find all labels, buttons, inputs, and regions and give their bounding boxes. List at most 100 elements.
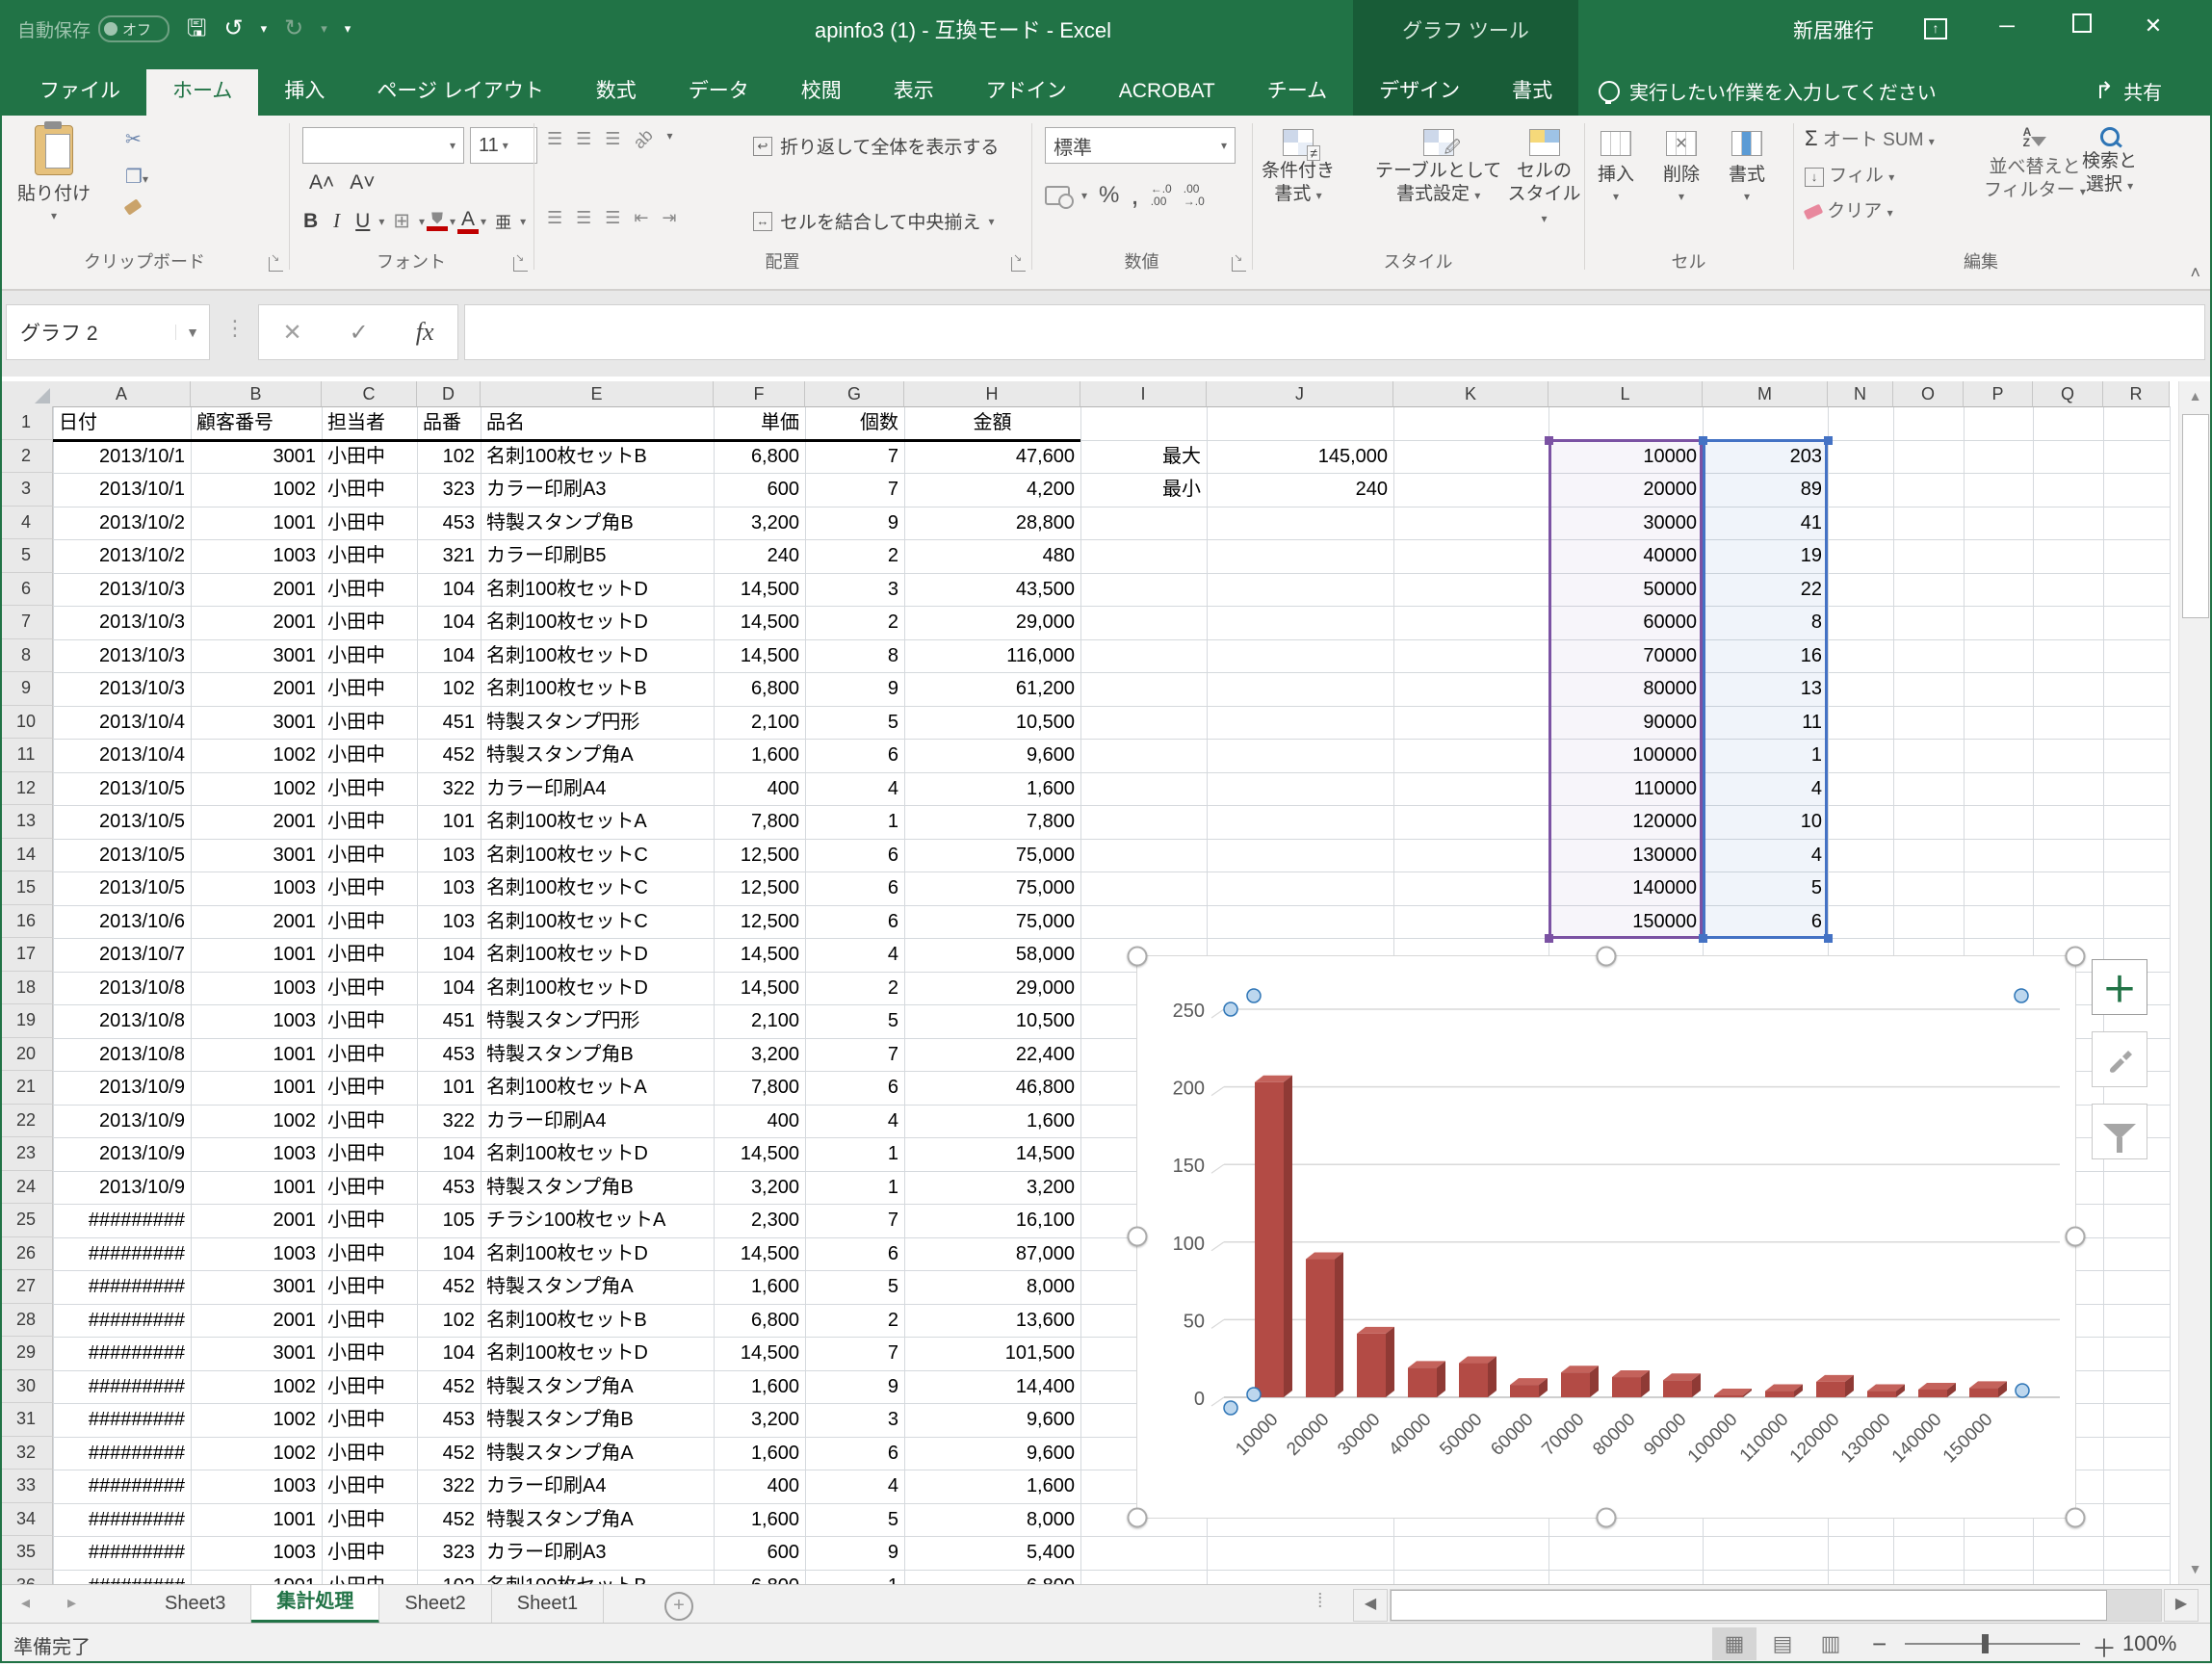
cell-E36[interactable]: 名刺100枚セットB [486,1570,708,1585]
number-dialog-launcher-icon[interactable] [1232,257,1246,272]
cell-E21[interactable]: 名刺100枚セットA [486,1071,708,1105]
ribbon-tab-8[interactable]: アドイン [960,69,1093,116]
cell-F30[interactable]: 1,600 [719,1370,799,1404]
cell-C18[interactable]: 小田中 [327,972,411,1005]
cell-F7[interactable]: 14,500 [719,606,799,639]
ribbon-tab-3[interactable]: ページ レイアウト [351,69,569,116]
cell-B36[interactable]: 1001 [196,1570,316,1585]
cell-H4[interactable]: 28,800 [910,507,1075,540]
comma-style-icon[interactable]: , [1131,179,1138,212]
row-header-24[interactable]: 24 [0,1171,53,1205]
row-header-31[interactable]: 31 [0,1403,53,1437]
cell-G30[interactable]: 9 [811,1370,898,1404]
cell-D6[interactable]: 104 [423,573,475,607]
ribbon-tab-10[interactable]: チーム [1241,69,1353,116]
cell-A23[interactable]: 2013/10/9 [59,1137,185,1171]
cell-B4[interactable]: 1001 [196,507,316,540]
cell-H17[interactable]: 58,000 [910,938,1075,972]
increase-decimal-icon[interactable]: ←.0.00 [1151,183,1172,208]
row-header-1[interactable]: 1 [0,406,53,440]
cell-D5[interactable]: 321 [423,539,475,573]
cell-min-label[interactable]: 最小 [1086,473,1201,507]
cell-B31[interactable]: 1002 [196,1403,316,1437]
cell-B28[interactable]: 2001 [196,1304,316,1338]
cell-C13[interactable]: 小田中 [327,805,411,839]
zoom-out-icon[interactable]: − [1872,1629,1887,1659]
cell-F21[interactable]: 7,800 [719,1071,799,1105]
chart-selection-handle[interactable] [2066,947,2086,967]
ribbon-tab-7[interactable]: 表示 [868,69,960,116]
row-header-32[interactable]: 32 [0,1437,53,1470]
row-header-22[interactable]: 22 [0,1105,53,1138]
name-box-dropdown-icon[interactable]: ▼ [175,325,209,340]
accounting-format-icon[interactable] [1045,186,1070,205]
cell-E3[interactable]: カラー印刷A3 [486,473,708,507]
chart-filters-button[interactable] [2092,1104,2147,1159]
header-cell-A1[interactable]: 日付 [59,406,185,440]
cell-B27[interactable]: 3001 [196,1270,316,1304]
sheet-tab-2[interactable]: Sheet2 [379,1585,491,1624]
cell-H31[interactable]: 9,600 [910,1403,1075,1437]
cell-B10[interactable]: 3001 [196,706,316,740]
ribbon-display-options-icon[interactable]: ↑ [1914,13,1957,39]
cell-E16[interactable]: 名刺100枚セットC [486,905,708,939]
cell-B32[interactable]: 1002 [196,1437,316,1470]
user-name[interactable]: 新居雅行 [1793,15,1874,44]
cell-A18[interactable]: 2013/10/8 [59,972,185,1005]
cell-H22[interactable]: 1,600 [910,1105,1075,1138]
name-box[interactable]: グラフ 2 ▼ [6,304,210,360]
cell-E19[interactable]: 特製スタンプ円形 [486,1004,708,1038]
cell-C3[interactable]: 小田中 [327,473,411,507]
cell-G10[interactable]: 5 [811,706,898,740]
increase-indent-icon[interactable]: ⇥ [663,208,677,228]
cell-G20[interactable]: 7 [811,1038,898,1072]
cell-H15[interactable]: 75,000 [910,872,1075,905]
column-header-Q[interactable]: Q [2033,381,2103,407]
row-header-35[interactable]: 35 [0,1536,53,1570]
cell-A33[interactable]: ######### [59,1470,185,1503]
cell-G18[interactable]: 2 [811,972,898,1005]
cell-B23[interactable]: 1003 [196,1137,316,1171]
cell-H25[interactable]: 16,100 [910,1204,1075,1237]
close-button[interactable]: ✕ [2132,13,2174,39]
cell-C23[interactable]: 小田中 [327,1137,411,1171]
cell-H13[interactable]: 7,800 [910,805,1075,839]
cell-H33[interactable]: 1,600 [910,1470,1075,1503]
cell-F25[interactable]: 2,300 [719,1204,799,1237]
cell-E6[interactable]: 名刺100枚セットD [486,573,708,607]
cell-F36[interactable]: 6,800 [719,1570,799,1585]
insert-function-icon[interactable]: fx [416,318,434,347]
cell-B26[interactable]: 1003 [196,1237,316,1271]
cell-D18[interactable]: 104 [423,972,475,1005]
chart-source-categories-border-handle[interactable] [1545,436,1553,445]
formula-bar-splitter[interactable]: ⋮ [224,316,246,341]
cell-C16[interactable]: 小田中 [327,905,411,939]
row-header-27[interactable]: 27 [0,1270,53,1304]
cell-H2[interactable]: 47,600 [910,440,1075,474]
cell-E23[interactable]: 名刺100枚セットD [486,1137,708,1171]
header-cell-G1[interactable]: 個数 [811,406,898,440]
cell-H21[interactable]: 46,800 [910,1071,1075,1105]
clear-button[interactable]: クリア ▾ [1805,196,1893,222]
qat-customize-icon[interactable]: ▾ [345,21,351,37]
cell-H6[interactable]: 43,500 [910,573,1075,607]
cell-B29[interactable]: 3001 [196,1337,316,1370]
cell-B5[interactable]: 1003 [196,539,316,573]
row-header-17[interactable]: 17 [0,938,53,972]
minimize-button[interactable]: ─ [1986,13,2028,39]
cell-G17[interactable]: 4 [811,938,898,972]
align-top-icon[interactable]: ☰ [547,129,562,149]
chart-selection-handle[interactable] [1128,1508,1148,1528]
cell-F12[interactable]: 400 [719,772,799,806]
cell-D20[interactable]: 453 [423,1038,475,1072]
delete-cells-button[interactable]: ✕ 削除▾ [1663,131,1700,203]
cell-G19[interactable]: 5 [811,1004,898,1038]
cell-A20[interactable]: 2013/10/8 [59,1038,185,1072]
cell-D22[interactable]: 322 [423,1105,475,1138]
percent-style-icon[interactable]: % [1099,182,1119,209]
cell-E8[interactable]: 名刺100枚セットD [486,639,708,673]
cell-A16[interactable]: 2013/10/6 [59,905,185,939]
clipboard-dialog-launcher-icon[interactable] [269,257,283,272]
column-header-E[interactable]: E [481,381,714,407]
cell-G27[interactable]: 5 [811,1270,898,1304]
